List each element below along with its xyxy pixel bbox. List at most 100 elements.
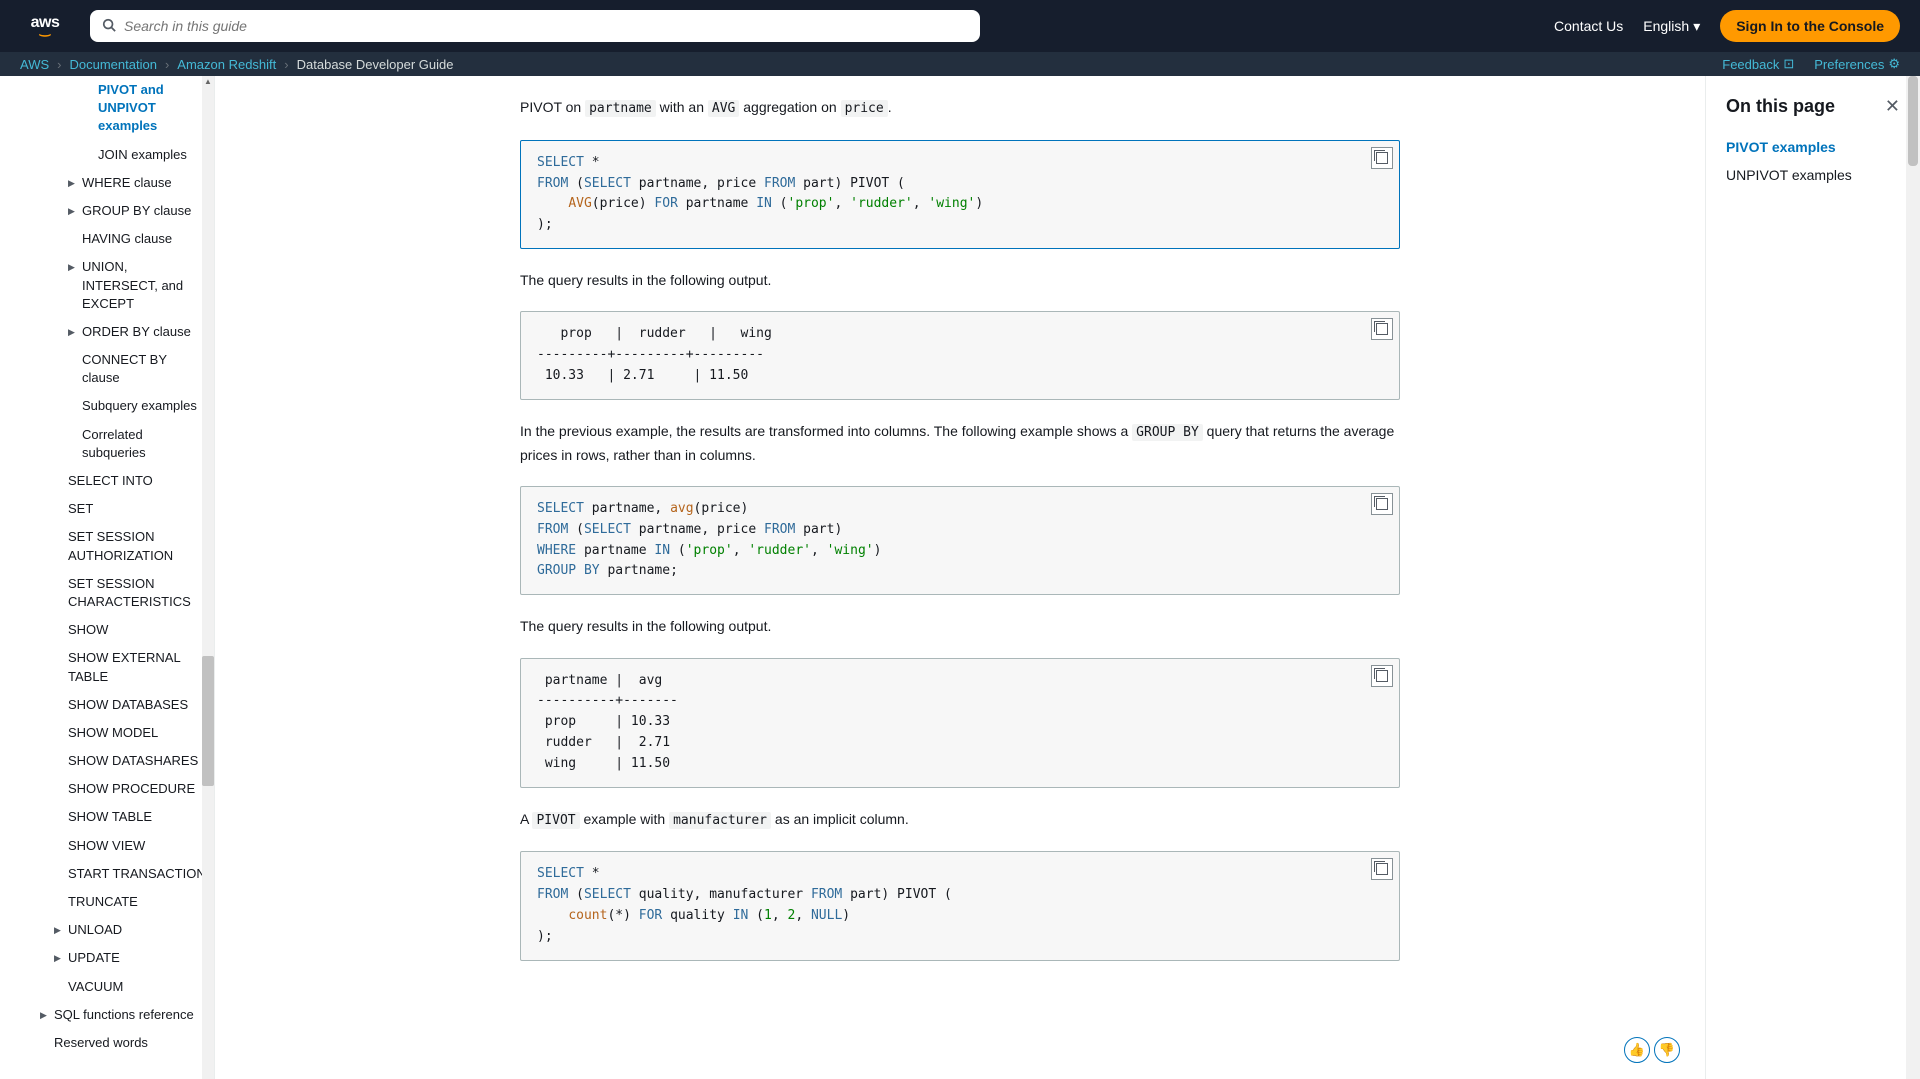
- sidebar-item-label: START TRANSACTION: [68, 865, 206, 883]
- chevron-right-icon: ›: [284, 57, 288, 72]
- copy-icon: [1376, 863, 1388, 875]
- sidebar-item-label: UNLOAD: [68, 921, 122, 939]
- output-block: partname | avg ----------+------- prop |…: [520, 658, 1400, 788]
- breadcrumb-actions: Feedback ⊡ Preferences ⚙: [1722, 56, 1900, 72]
- inline-code: partname: [585, 100, 656, 117]
- right-toc-panel: On this page ✕ PIVOT examplesUNPIVOT exa…: [1705, 76, 1920, 1079]
- aws-logo[interactable]: aws ⌣: [20, 14, 70, 38]
- caret-right-icon: ▶: [68, 326, 78, 339]
- main-content[interactable]: PIVOT on partname with an AVG aggregatio…: [215, 76, 1705, 1079]
- copy-icon: [1376, 152, 1388, 164]
- sidebar-item[interactable]: SHOW VIEW: [0, 832, 214, 860]
- sidebar-item[interactable]: SHOW TABLE: [0, 803, 214, 831]
- top-header: aws ⌣ Contact Us English ▾ Sign In to th…: [0, 0, 1920, 52]
- breadcrumb-current: Database Developer Guide: [297, 57, 454, 72]
- sidebar-item[interactable]: SELECT INTO: [0, 467, 214, 495]
- sidebar-item[interactable]: SHOW DATABASES: [0, 691, 214, 719]
- sidebar-item-label: HAVING clause: [82, 230, 172, 248]
- sidebar-item[interactable]: HAVING clause: [0, 225, 214, 253]
- sidebar-item[interactable]: ▶ UNLOAD: [0, 916, 214, 944]
- copy-button[interactable]: [1371, 493, 1393, 515]
- sidebar-item-label: SHOW TABLE: [68, 808, 152, 826]
- sidebar-item-label: SHOW DATASHARES: [68, 752, 198, 770]
- language-selector[interactable]: English ▾: [1643, 18, 1700, 35]
- sidebar-item[interactable]: Reserved words: [0, 1029, 214, 1057]
- page-scrollbar-thumb[interactable]: [1908, 76, 1918, 166]
- copy-icon: [1376, 323, 1388, 335]
- search-input[interactable]: [124, 18, 968, 34]
- copy-button[interactable]: [1371, 858, 1393, 880]
- inline-code: price: [841, 100, 888, 117]
- sidebar-item[interactable]: SHOW EXTERNAL TABLE: [0, 644, 214, 690]
- sidebar-item-label: SHOW EXTERNAL TABLE: [68, 649, 206, 685]
- sidebar-item[interactable]: CONNECT BY clause: [0, 346, 214, 392]
- sidebar-item[interactable]: SHOW MODEL: [0, 719, 214, 747]
- sidebar-item[interactable]: SHOW DATASHARES: [0, 747, 214, 775]
- sidebar-item-label: SET: [68, 500, 93, 518]
- sidebar-item[interactable]: ▶UPDATE: [0, 944, 214, 972]
- sidebar-item[interactable]: ▶ WHERE clause: [0, 169, 214, 197]
- sidebar-item[interactable]: VACUUM: [0, 973, 214, 1001]
- sidebar-item[interactable]: SHOW: [0, 616, 214, 644]
- sidebar-item[interactable]: ▶UNION, INTERSECT, and EXCEPT: [0, 253, 214, 318]
- code-block: SELECT * FROM (SELECT quality, manufactu…: [520, 851, 1400, 960]
- language-label: English: [1643, 18, 1689, 34]
- breadcrumb-bar: AWS › Documentation › Amazon Redshift › …: [0, 52, 1920, 76]
- sidebar-item-label: ORDER BY clause: [82, 323, 191, 341]
- code-block: SELECT * FROM (SELECT partname, price FR…: [520, 140, 1400, 249]
- sidebar-scroll-up[interactable]: ▲: [202, 76, 214, 90]
- sidebar-item[interactable]: ▶ ORDER BY clause: [0, 318, 214, 346]
- sidebar-item[interactable]: Subquery examples: [0, 392, 214, 420]
- copy-button[interactable]: [1371, 665, 1393, 687]
- caret-right-icon: ▶: [40, 1009, 50, 1022]
- sidebar-item[interactable]: START TRANSACTION: [0, 860, 214, 888]
- preferences-link[interactable]: Preferences ⚙: [1814, 56, 1900, 72]
- sidebar-item[interactable]: SET SESSION CHARACTERISTICS: [0, 570, 214, 616]
- caret-right-icon: ▶: [68, 177, 78, 190]
- sidebar-item-label: SET SESSION CHARACTERISTICS: [68, 575, 206, 611]
- inline-code: AVG: [708, 100, 739, 117]
- sidebar-item[interactable]: SET SESSION AUTHORIZATION: [0, 523, 214, 569]
- copy-button[interactable]: [1371, 318, 1393, 340]
- breadcrumb-documentation[interactable]: Documentation: [69, 57, 156, 72]
- sidebar-item-label: Reserved words: [54, 1034, 148, 1052]
- inline-code: PIVOT: [532, 812, 579, 829]
- sidebar-item[interactable]: Correlated subqueries: [0, 421, 214, 467]
- sidebar-item[interactable]: SHOW PROCEDURE: [0, 775, 214, 803]
- sidebar-item[interactable]: ▶SQL functions reference: [0, 1001, 214, 1029]
- thumbs-up-button[interactable]: 👍: [1624, 1037, 1650, 1063]
- search-box[interactable]: [90, 10, 980, 42]
- gear-icon: ⚙: [1888, 56, 1900, 72]
- sign-in-button[interactable]: Sign In to the Console: [1720, 10, 1900, 42]
- sidebar-item[interactable]: SET: [0, 495, 214, 523]
- feedback-link[interactable]: Feedback ⊡: [1722, 56, 1794, 72]
- caret-right-icon: ▶: [54, 924, 64, 937]
- toc-link[interactable]: PIVOT examples: [1726, 133, 1900, 161]
- copy-button[interactable]: [1371, 147, 1393, 169]
- breadcrumb-aws[interactable]: AWS: [20, 57, 49, 72]
- sidebar-item[interactable]: PIVOT and UNPIVOT examples: [0, 76, 214, 141]
- sidebar-item-label: UNION, INTERSECT, and EXCEPT: [82, 258, 206, 313]
- sidebar-item-label: SHOW: [68, 621, 108, 639]
- feedback-icon: ⊡: [1783, 56, 1794, 72]
- page-scrollbar[interactable]: [1906, 76, 1920, 1079]
- sidebar-item[interactable]: ▶GROUP BY clause: [0, 197, 214, 225]
- sidebar-item-label: Correlated subqueries: [82, 426, 206, 462]
- sidebar-item-label: WHERE clause: [82, 174, 172, 192]
- sidebar-item-label: VACUUM: [68, 978, 123, 996]
- sidebar-item-label: SHOW MODEL: [68, 724, 158, 742]
- left-sidebar[interactable]: ▲ PIVOT and UNPIVOT examplesJOIN example…: [0, 76, 215, 1079]
- thumbs-down-button[interactable]: 👎: [1654, 1037, 1680, 1063]
- breadcrumb-redshift[interactable]: Amazon Redshift: [177, 57, 276, 72]
- code-block: SELECT partname, avg(price) FROM (SELECT…: [520, 486, 1400, 595]
- chevron-right-icon: ›: [57, 57, 61, 72]
- sidebar-scrollbar[interactable]: [202, 90, 214, 1079]
- toc-title: On this page: [1726, 96, 1835, 117]
- paragraph: The query results in the following outpu…: [520, 269, 1400, 291]
- sidebar-item[interactable]: TRUNCATE: [0, 888, 214, 916]
- sidebar-scrollbar-thumb[interactable]: [202, 656, 214, 786]
- toc-link[interactable]: UNPIVOT examples: [1726, 161, 1900, 189]
- close-icon[interactable]: ✕: [1885, 96, 1900, 117]
- contact-link[interactable]: Contact Us: [1554, 18, 1623, 34]
- sidebar-item[interactable]: JOIN examples: [0, 141, 214, 169]
